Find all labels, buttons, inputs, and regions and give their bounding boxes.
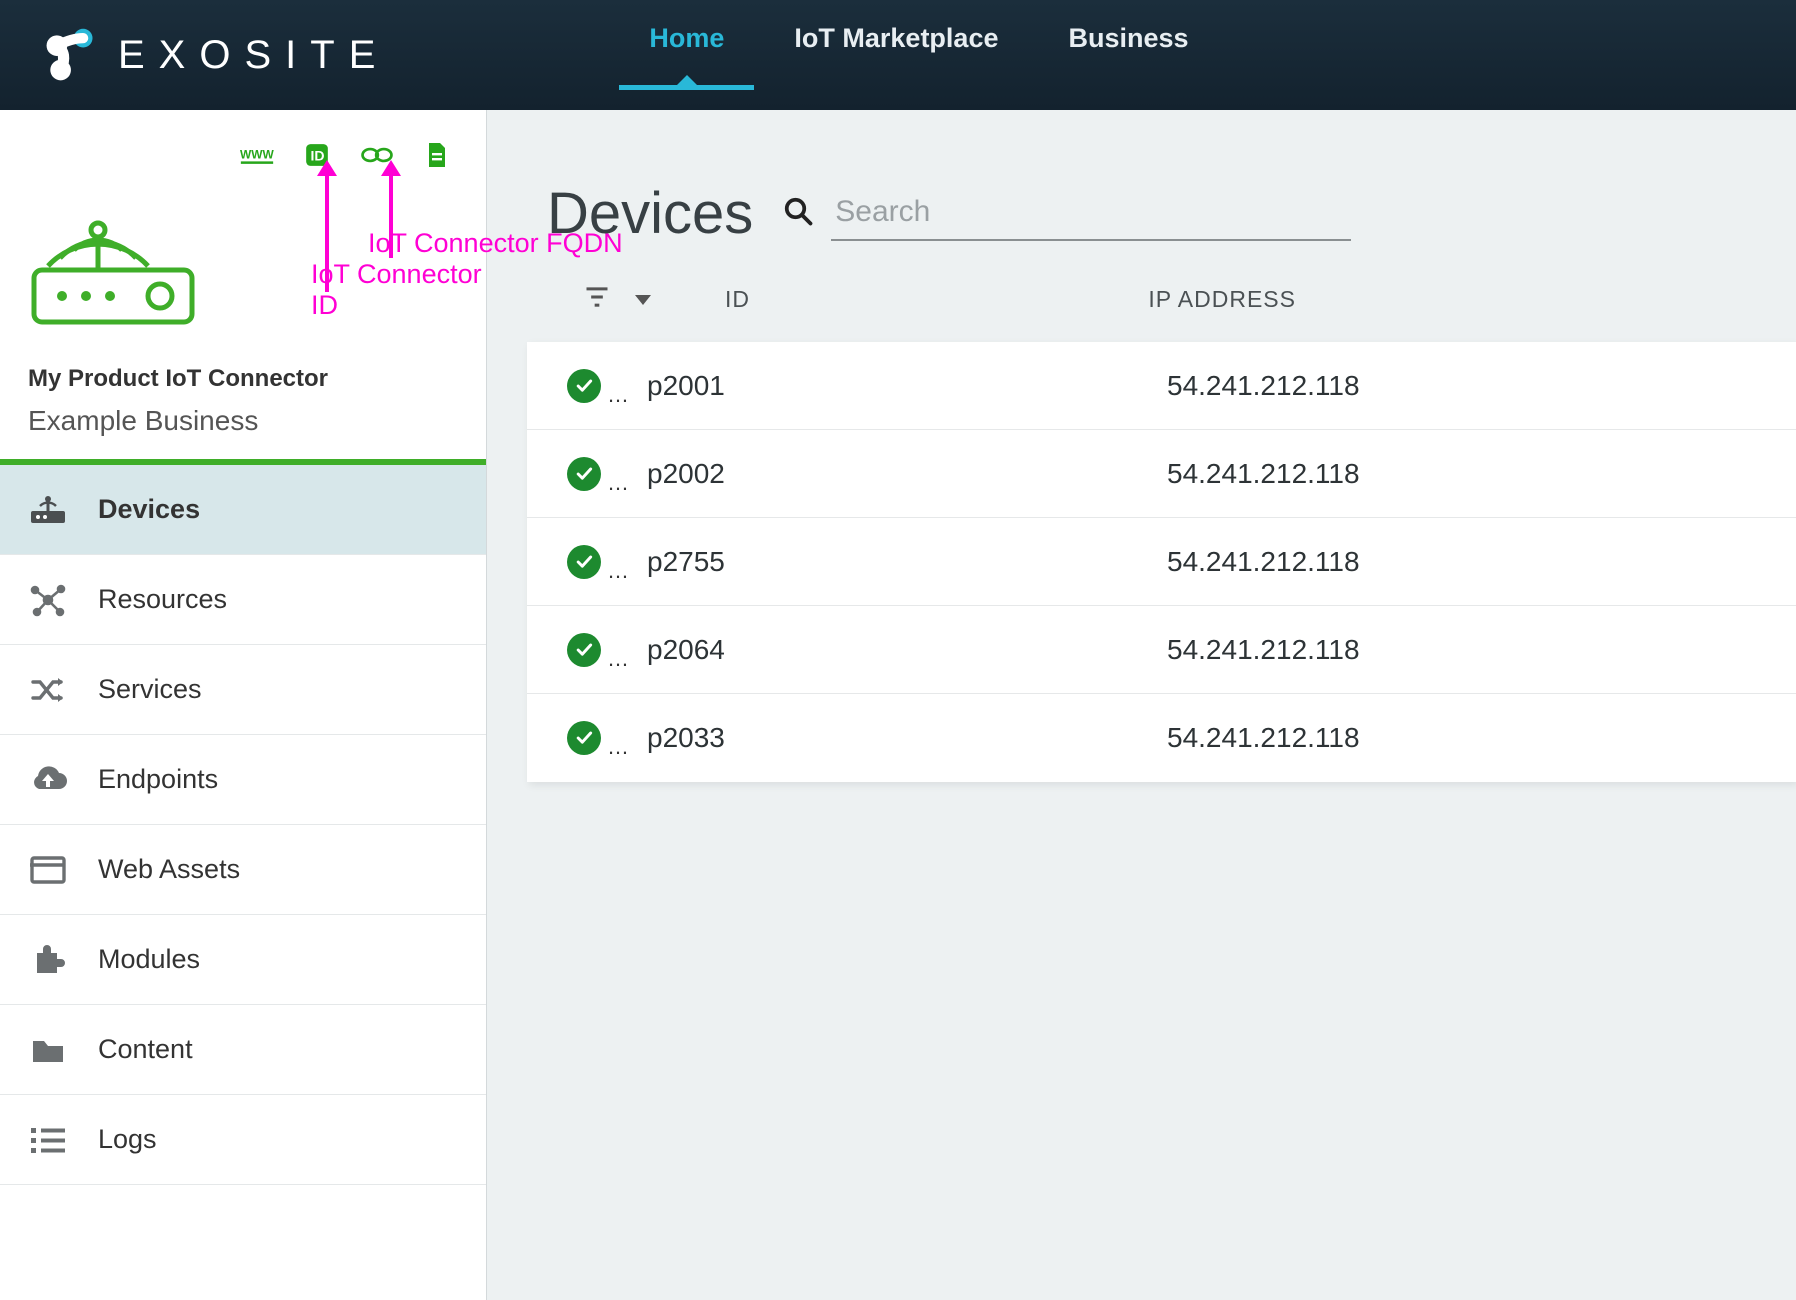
sidebar-item-label: Devices (98, 494, 200, 525)
top-nav: EXOSITE Home IoT Marketplace Business (0, 0, 1796, 110)
status-ok-icon (567, 633, 601, 667)
device-row[interactable]: … p206454.241.212.118 (527, 606, 1796, 694)
sidebar-item-logs[interactable]: Logs (0, 1095, 486, 1185)
nav-link-iot-marketplace[interactable]: IoT Marketplace (794, 23, 998, 88)
status-cell: … (567, 542, 647, 582)
status-cell: … (567, 630, 647, 670)
business-name: Example Business (28, 405, 458, 455)
table-header-row: ID IP ADDRESS (487, 247, 1796, 332)
annotation-id-label: IoT Connector ID (311, 259, 486, 321)
sidebar-item-label: Services (98, 674, 202, 705)
sidebar-item-modules[interactable]: Modules (0, 915, 486, 1005)
annotation-fqdn-label: IoT Connector FQDN (368, 228, 623, 259)
device-row[interactable]: … p200154.241.212.118 (527, 342, 1796, 430)
device-id: p2033 (647, 722, 1167, 754)
search-icon[interactable] (783, 196, 813, 234)
device-ip: 54.241.212.118 (1167, 458, 1360, 490)
row-menu-icon[interactable]: … (607, 648, 629, 670)
shuffle-icon (28, 675, 68, 705)
puzzle-icon (28, 943, 68, 977)
nav-links: Home IoT Marketplace Business (649, 23, 1188, 88)
device-row[interactable]: … p203354.241.212.118 (527, 694, 1796, 782)
filter-icon[interactable] (583, 283, 611, 316)
sidebar-item-label: Endpoints (98, 764, 218, 795)
sidebar-item-label: Resources (98, 584, 227, 615)
www-icon[interactable]: WWW (240, 138, 274, 172)
device-id: p2064 (647, 634, 1167, 666)
row-menu-icon[interactable]: … (607, 560, 629, 582)
brand-name: EXOSITE (118, 33, 389, 78)
device-id: p2755 (647, 546, 1167, 578)
device-id: p2002 (647, 458, 1167, 490)
sidebar-item-content[interactable]: Content (0, 1005, 486, 1095)
sidebar-item-endpoints[interactable]: Endpoints (0, 735, 486, 825)
sidebar-menu: Devices Resources Services Endpoints Web Ass… (0, 465, 486, 1185)
column-header-ip[interactable]: IP ADDRESS (1148, 286, 1296, 313)
status-ok-icon (567, 369, 601, 403)
device-ip: 54.241.212.118 (1167, 634, 1360, 666)
sidebar-item-devices[interactable]: Devices (0, 465, 486, 555)
row-menu-icon[interactable]: … (607, 736, 629, 758)
device-row[interactable]: … p275554.241.212.118 (527, 518, 1796, 606)
sidebar-item-resources[interactable]: Resources (0, 555, 486, 645)
search-input[interactable] (831, 189, 1351, 241)
status-ok-icon (567, 457, 601, 491)
row-menu-icon[interactable]: … (607, 472, 629, 494)
sidebar-item-web-assets[interactable]: Web Assets (0, 825, 486, 915)
nav-link-home[interactable]: Home (649, 23, 724, 88)
document-icon[interactable] (420, 138, 454, 172)
window-icon (28, 855, 68, 885)
list-icon (28, 1126, 68, 1154)
sidebar-item-label: Logs (98, 1124, 157, 1155)
device-table: …p200154.241.212.118…p200254.241.212.118… (527, 342, 1796, 782)
brand-logo[interactable]: EXOSITE (40, 25, 389, 85)
sidebar-item-label: Web Assets (98, 854, 240, 885)
device-icon (28, 495, 68, 525)
nav-link-business[interactable]: Business (1068, 23, 1188, 88)
svg-text:WWW: WWW (240, 147, 274, 161)
sidebar-item-label: Modules (98, 944, 200, 975)
status-ok-icon (567, 721, 601, 755)
device-ip: 54.241.212.118 (1167, 546, 1360, 578)
sidebar-item-label: Content (98, 1034, 193, 1065)
cloud-up-icon (28, 765, 68, 795)
device-row[interactable]: … p200254.241.212.118 (527, 430, 1796, 518)
device-ip: 54.241.212.118 (1167, 370, 1360, 402)
graph-icon (28, 582, 68, 618)
status-ok-icon (567, 545, 601, 579)
status-cell: … (567, 366, 647, 406)
column-header-id[interactable]: ID (725, 286, 750, 313)
status-cell: … (567, 454, 647, 494)
status-cell: … (567, 718, 647, 758)
folder-icon (28, 1035, 68, 1065)
chevron-down-icon[interactable] (635, 295, 651, 305)
sidebar: WWW ID IoT Connector ID IoT Connector FQ… (0, 110, 487, 1300)
sidebar-item-services[interactable]: Services (0, 645, 486, 735)
device-id: p2001 (647, 370, 1167, 402)
main-content: Devices ID IP ADDRESS …p200154.241.212.1… (487, 110, 1796, 1300)
product-name: My Product IoT Connector (28, 365, 458, 393)
device-ip: 54.241.212.118 (1167, 722, 1360, 754)
row-menu-icon[interactable]: … (607, 384, 629, 406)
brand-mark-icon (40, 25, 100, 85)
connector-icon-row: WWW ID (240, 138, 454, 172)
